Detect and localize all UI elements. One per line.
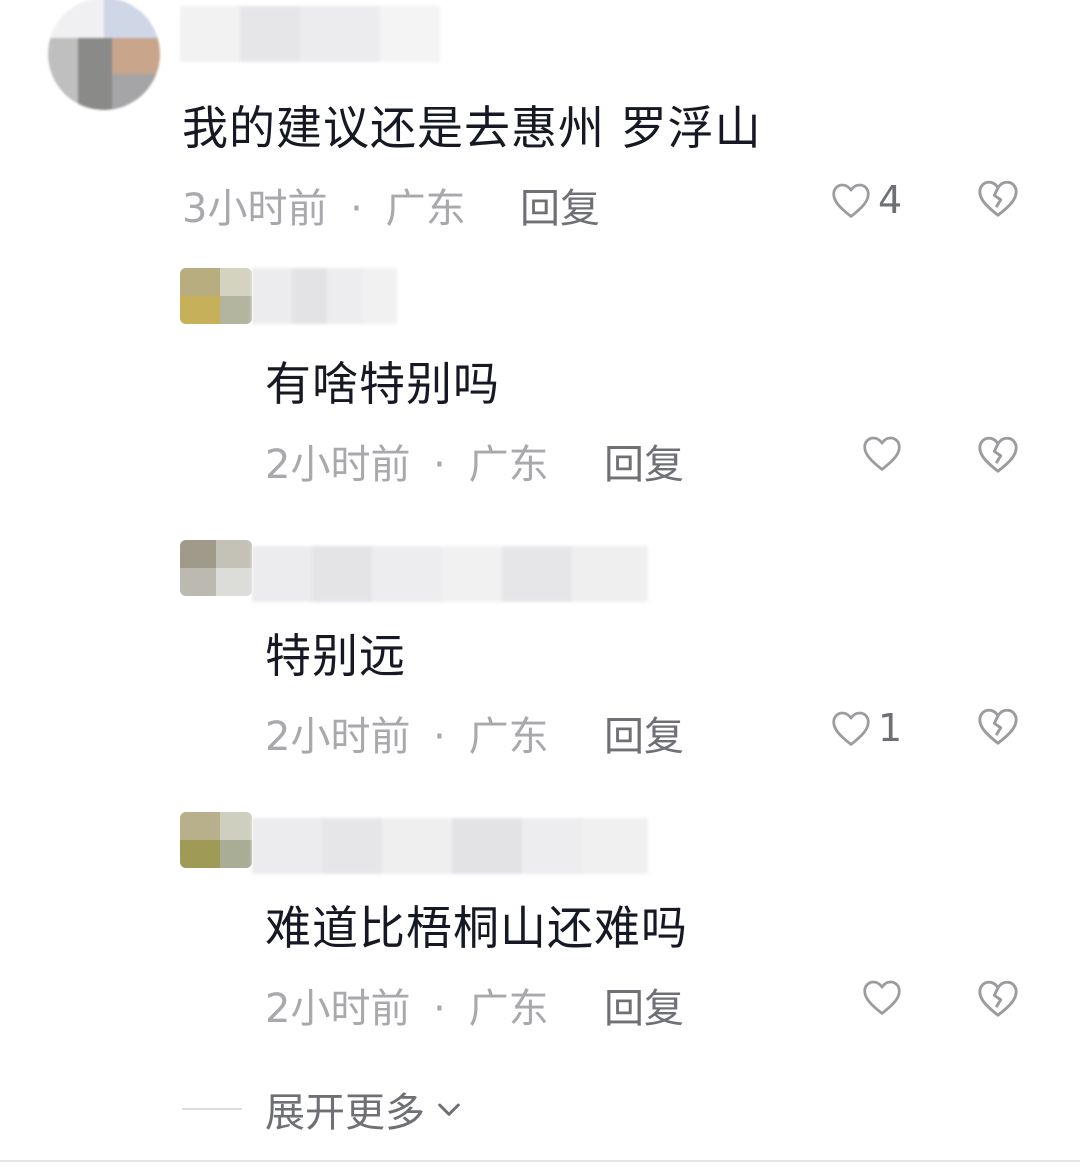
separator-dot: · [433,714,446,760]
dislike-button[interactable] [976,978,1020,1022]
comment-location: 广东 [468,442,549,488]
expand-more-label: 展开更多 [265,1090,425,1136]
comment-meta: 3小时前 · 广东 [182,176,466,234]
comment-text: 难道比梧桐山还难吗 [265,901,688,955]
broken-heart-icon [978,708,1018,745]
bottom-divider [0,1160,1080,1162]
separator-dot: · [433,442,446,488]
dislike-button[interactable] [976,178,1020,222]
username-blurred[interactable] [180,6,440,62]
comment-time: 2小时前 [265,442,411,488]
username-blurred[interactable] [252,818,648,874]
comment-time: 3小时前 [182,186,328,232]
comment-text: 我的建议还是去惠州 罗浮山 [182,101,762,155]
expand-more-button[interactable]: 展开更多 [265,1080,465,1138]
chevron-down-icon [438,1103,460,1116]
broken-heart-icon [978,180,1018,217]
reply-button[interactable]: 回复 [520,176,600,234]
dislike-button[interactable] [976,434,1020,478]
comment-text: 特别远 [265,629,406,683]
avatar[interactable] [180,540,252,596]
separator-dot: · [350,186,363,232]
comment-meta: 2小时前 · 广东 [265,432,549,490]
avatar[interactable] [180,812,252,868]
comment-location: 广东 [385,186,466,232]
reply-button[interactable]: 回复 [604,976,684,1034]
like-count: 4 [878,178,903,222]
reply-button[interactable]: 回复 [604,704,684,762]
comment-text: 有啥特别吗 [265,357,500,411]
comment-meta: 2小时前 · 广东 [265,976,549,1034]
like-button[interactable]: 4 [830,178,902,222]
username-blurred[interactable] [252,546,648,602]
like-button[interactable]: 1 [830,706,902,750]
comment-meta: 2小时前 · 广东 [265,704,549,762]
separator-dot: · [433,986,446,1032]
broken-heart-icon [978,980,1018,1017]
comment-time: 2小时前 [265,714,411,760]
like-button[interactable] [861,434,909,472]
avatar[interactable] [48,0,160,110]
broken-heart-icon [978,436,1018,473]
expand-divider [182,1108,242,1110]
username-blurred[interactable] [252,268,397,324]
like-button[interactable] [861,978,909,1016]
avatar[interactable] [180,268,252,324]
heart-outline-icon [863,436,901,471]
dislike-button[interactable] [976,706,1020,750]
like-count: 1 [878,706,903,750]
comment-time: 2小时前 [265,986,411,1032]
comment-location: 广东 [468,714,549,760]
heart-outline-icon [832,711,870,746]
comment-location: 广东 [468,986,549,1032]
heart-outline-icon [863,980,901,1015]
heart-outline-icon [832,183,870,218]
reply-button[interactable]: 回复 [604,432,684,490]
